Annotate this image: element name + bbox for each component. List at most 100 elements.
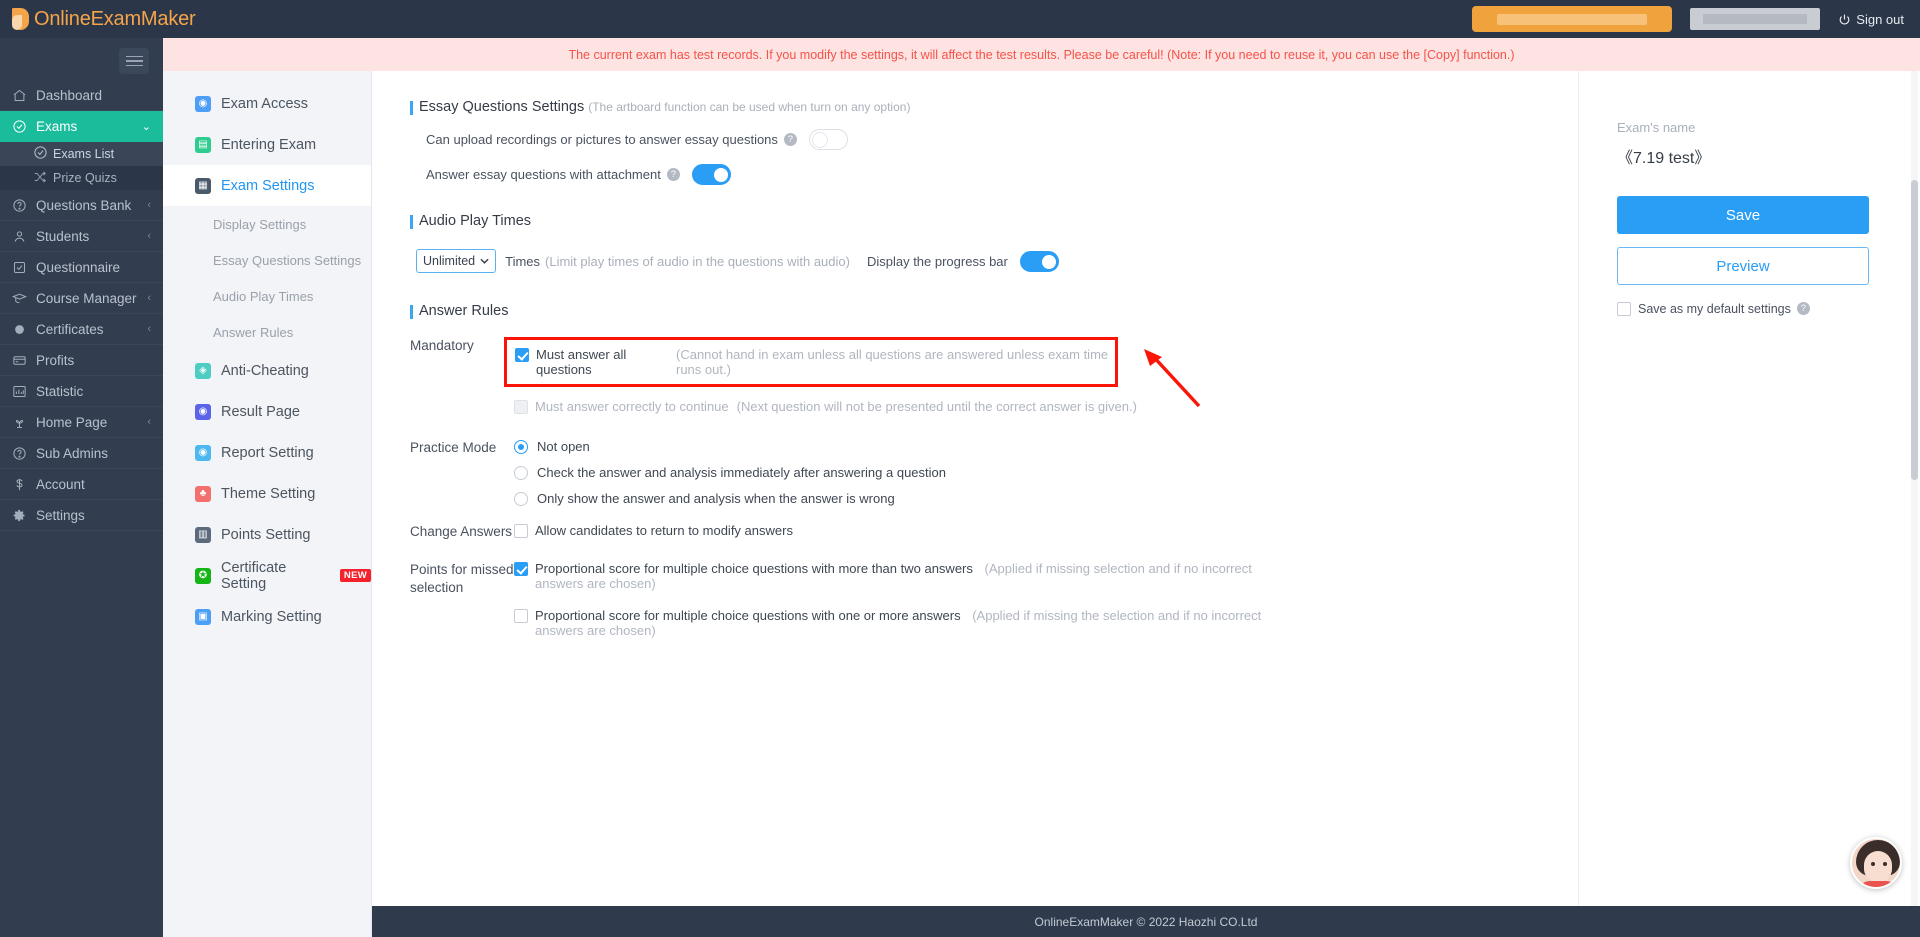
proportional-more-than-two-option[interactable]: Proportional score for multiple choice q… [514, 561, 1578, 591]
practice-mode-radio-1[interactable] [514, 440, 528, 454]
graduation-cap-icon [12, 291, 31, 306]
sidebar-item-certificates[interactable]: Certificates ‹ [0, 314, 163, 345]
sidebar-item-questions-bank[interactable]: Questions Bank ‹ [0, 190, 163, 221]
sidebar-item-statistic[interactable]: Statistic [0, 376, 163, 407]
sidebar-item-profits[interactable]: Profits [0, 345, 163, 376]
audio-times-select[interactable]: Unlimited [416, 249, 497, 273]
exam-settings-subitem-audio-play-times[interactable]: Audio Play Times [163, 278, 371, 314]
home-icon [12, 88, 31, 103]
exam-settings-item-entering-exam[interactable]: ▤ Entering Exam [163, 124, 371, 165]
brand-logo[interactable]: OnlineExamMaker [0, 7, 196, 31]
sidebar-subitem-exams-list[interactable]: Exams List [0, 142, 163, 166]
chevron-left-icon: ‹ [147, 323, 151, 335]
plant-icon [12, 415, 31, 430]
upload-recordings-label: Can upload recordings or pictures to ans… [426, 132, 778, 147]
window-icon: ▦ [195, 177, 211, 194]
practice-mode-option-3[interactable]: Only show the answer and analysis when t… [514, 491, 1578, 506]
location-icon: ◉ [195, 95, 211, 112]
page-scrollbar-thumb[interactable] [1911, 180, 1918, 480]
save-default-checkbox[interactable] [1617, 302, 1631, 316]
exam-settings-item-anti-cheating[interactable]: ◈ Anti-Cheating [163, 350, 371, 391]
sidebar-item-home-page[interactable]: Home Page ‹ [0, 407, 163, 438]
exam-settings-item-marking-setting[interactable]: ▣ Marking Setting [163, 596, 371, 637]
proportional-more-than-two-checkbox[interactable] [514, 562, 528, 576]
exam-settings-item-points-setting[interactable]: ▥ Points Setting [163, 514, 371, 555]
sidebar-subitem-label: Prize Quizs [53, 171, 117, 185]
sidebar-item-label: Course Manager [36, 290, 137, 306]
exam-settings-subitem-label: Answer Rules [213, 324, 294, 340]
sidebar-item-label: Certificates [36, 321, 104, 337]
allow-modify-option[interactable]: Allow candidates to return to modify ans… [514, 523, 1578, 538]
exam-settings-subitem-display-settings[interactable]: Display Settings [163, 206, 371, 242]
sidebar-item-label: Dashboard [36, 87, 103, 103]
save-button[interactable]: Save [1617, 196, 1869, 234]
help-icon[interactable]: ? [1796, 302, 1810, 315]
report-icon: ◉ [195, 444, 211, 461]
exam-settings-item-label: Exam Settings [221, 177, 315, 194]
change-answers-label: Change Answers [410, 524, 513, 539]
exam-settings-item-exam-settings[interactable]: ▦ Exam Settings [163, 165, 371, 206]
sidebar-item-questionnaire[interactable]: Questionnaire [0, 252, 163, 283]
exam-settings-item-exam-access[interactable]: ◉ Exam Access [163, 83, 371, 124]
allow-modify-checkbox[interactable] [514, 524, 528, 538]
exam-settings-subitem-essay-questions-settings[interactable]: Essay Questions Settings [163, 242, 371, 278]
help-icon[interactable]: ? [783, 133, 797, 146]
chevron-left-icon: ‹ [147, 292, 151, 304]
exam-name-value: 《7.19 test》 [1617, 150, 1711, 167]
practice-mode-option-1[interactable]: Not open [514, 439, 1578, 454]
points-missed-field-row: Points for missed selection Proportional… [410, 561, 1578, 649]
answer-rules-section-title: Answer Rules [419, 303, 509, 319]
upgrade-banner-button[interactable] [1472, 6, 1673, 32]
proportional-one-or-more-checkbox[interactable] [514, 609, 528, 623]
sidebar-item-course-manager[interactable]: Course Manager ‹ [0, 283, 163, 314]
exam-settings-item-theme-setting[interactable]: ♣ Theme Setting [163, 473, 371, 514]
sidebar-item-exams[interactable]: Exams ⌄ [0, 111, 176, 142]
exam-settings-item-report-setting[interactable]: ◉ Report Setting [163, 432, 371, 473]
essay-attachment-label: Answer essay questions with attachment [426, 167, 661, 182]
progress-bar-toggle[interactable] [1019, 250, 1059, 272]
footer: OnlineExamMaker © 2022 Haozhi CO.Ltd [372, 906, 1920, 937]
proportional-one-or-more-option[interactable]: Proportional score for multiple choice q… [514, 608, 1578, 638]
practice-mode-option-label: Check the answer and analysis immediatel… [537, 465, 946, 480]
upload-recordings-toggle[interactable] [808, 129, 848, 150]
sidebar-subitem-prize-quizs[interactable]: Prize Quizs [0, 166, 163, 190]
sidebar-item-label: Home Page [36, 414, 108, 430]
practice-mode-option-2[interactable]: Check the answer and analysis immediatel… [514, 465, 1578, 480]
sidebar-item-settings[interactable]: Settings [0, 500, 163, 531]
support-chat-avatar-button[interactable] [1850, 837, 1902, 889]
sidebar-item-sub-admins[interactable]: Sub Admins [0, 438, 163, 469]
practice-mode-radio-2[interactable] [514, 466, 528, 480]
main-content: Essay Questions Settings (The artboard f… [372, 71, 1578, 906]
leaf-logo-icon [10, 7, 32, 31]
exam-settings-panel: ◉ Exam Access ▤ Entering Exam ▦ Exam Settings… [163, 71, 372, 937]
practice-mode-radio-3[interactable] [514, 492, 528, 506]
exam-settings-item-result-page[interactable]: ◉ Result Page [163, 391, 371, 432]
exam-settings-subitem-answer-rules[interactable]: Answer Rules [163, 314, 371, 350]
chevron-down-icon: ⌄ [141, 121, 151, 133]
account-name-redacted[interactable] [1690, 8, 1821, 30]
sidebar-item-account[interactable]: Account [0, 469, 163, 500]
essay-section-hint: (The artboard function can be used when … [588, 100, 911, 114]
sidebar-item-dashboard[interactable]: Dashboard [0, 80, 163, 111]
exam-settings-nav: ◉ Exam Access ▤ Entering Exam ▦ Exam Settings… [163, 83, 371, 637]
must-answer-correctly-option[interactable]: Must answer correctly to continue (Next … [514, 399, 1578, 414]
sidebar-collapse-button[interactable] [119, 48, 149, 74]
sign-out-button[interactable]: Sign out [1838, 12, 1904, 27]
preview-button[interactable]: Preview [1617, 247, 1869, 285]
user-icon [12, 229, 31, 244]
chevron-left-icon: ‹ [147, 230, 151, 242]
practice-mode-label: Practice Mode [410, 440, 497, 455]
practice-mode-field-row: Practice Mode Not open Check the answer a… [410, 439, 1578, 517]
gear-icon [12, 508, 31, 523]
help-icon[interactable]: ? [666, 168, 680, 181]
exam-settings-subitem-label: Audio Play Times [213, 288, 314, 304]
exam-settings-item-certificate-setting[interactable]: ✪ Certificate Setting NEW [163, 555, 371, 596]
left-sidebar: Dashboard Exams ⌄ Exams List Prize Quizs Ques… [0, 38, 176, 937]
document-icon: ▤ [195, 136, 211, 153]
must-answer-correctly-checkbox[interactable] [514, 400, 528, 414]
must-answer-all-option[interactable]: Must answer all questions (Cannot hand i… [515, 347, 1109, 377]
sidebar-item-students[interactable]: Students ‹ [0, 221, 163, 252]
upload-recordings-row: Can upload recordings or pictures to ans… [426, 129, 1578, 150]
must-answer-all-checkbox[interactable] [515, 348, 529, 362]
essay-attachment-toggle[interactable] [691, 164, 731, 185]
